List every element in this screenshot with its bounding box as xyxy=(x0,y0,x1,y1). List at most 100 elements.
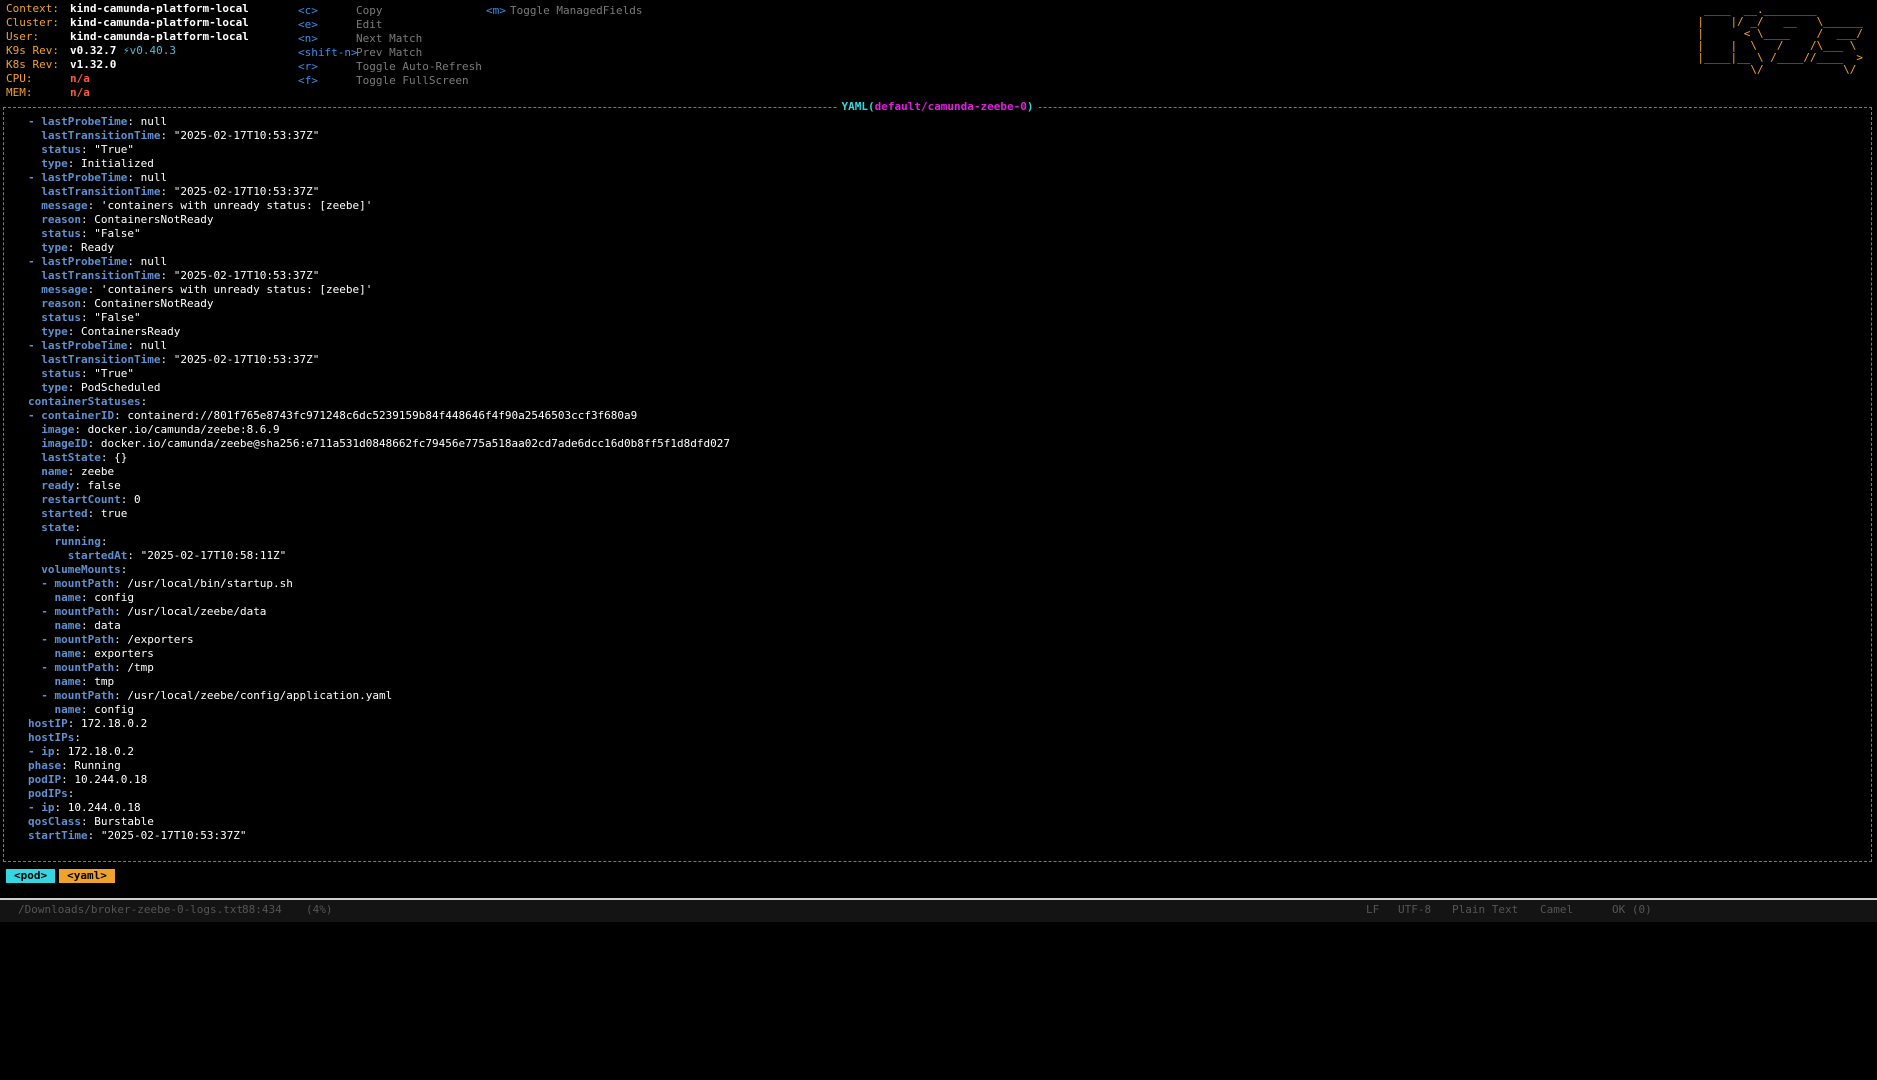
yaml-key: ip xyxy=(41,745,55,758)
yaml-key: status xyxy=(41,311,81,324)
cluster-info-value: n/a xyxy=(70,86,90,99)
k9s-logo-icon: ____ __.________ | |/ _/ __ \______ | < … xyxy=(1697,3,1863,76)
yaml-value: "2025-02-17T10:53:37Z" xyxy=(173,129,320,142)
status-branch[interactable]: Camel xyxy=(1540,900,1573,920)
list-dash: - xyxy=(28,115,42,128)
yaml-line: - lastProbeTime: null xyxy=(28,115,168,128)
yaml-line: - lastProbeTime: null xyxy=(28,255,168,268)
yaml-key: status xyxy=(41,143,81,156)
yaml-key: type xyxy=(41,325,68,338)
yaml-line: message: 'containers with unready status… xyxy=(41,283,373,296)
yaml-line: startTime: "2025-02-17T10:53:37Z" xyxy=(28,829,247,842)
status-problems[interactable]: OK (0) xyxy=(1612,900,1652,920)
shortcut-key: <n> xyxy=(298,32,318,45)
cluster-info-key: Cluster: xyxy=(6,16,59,29)
status-syntax[interactable]: Plain Text xyxy=(1452,900,1518,920)
yaml-line: message: 'containers with unready status… xyxy=(41,199,373,212)
yaml-value: 0 xyxy=(133,493,141,506)
yaml-value: "2025-02-17T10:53:37Z" xyxy=(100,829,247,842)
yaml-line: - ip: 172.18.0.2 xyxy=(28,745,134,758)
cluster-info-row: K8s Rev: v1.32.0 xyxy=(6,58,1876,72)
yaml-value: "True" xyxy=(94,367,134,380)
yaml-line: - mountPath: /usr/local/zeebe/data xyxy=(41,605,267,618)
cluster-header: Context: kind-camunda-platform-local Clust… xyxy=(6,2,1876,100)
yaml-line: name: data xyxy=(54,619,121,632)
yaml-line: imageID: docker.io/camunda/zeebe@sha256:… xyxy=(41,437,731,450)
yaml-value: "True" xyxy=(94,143,134,156)
shortcut-menu: <c> Copy <e> Edit <n> Next Match <shift-n>Prev… xyxy=(298,4,482,88)
list-dash: - xyxy=(41,605,55,618)
cluster-info-key: MEM: xyxy=(6,86,33,99)
list-dash: - xyxy=(28,171,42,184)
yaml-line: running: xyxy=(54,535,108,548)
list-dash: - xyxy=(28,255,42,268)
yaml-line: name: zeebe xyxy=(41,465,115,478)
yaml-value: docker.io/camunda/zeebe@sha256:e711a531d… xyxy=(100,437,731,450)
yaml-line: type: Initialized xyxy=(41,157,154,170)
yaml-line: status: "False" xyxy=(41,311,141,324)
yaml-line: hostIPs: xyxy=(28,731,81,744)
status-percent: (4%) xyxy=(306,903,333,916)
yaml-value: zeebe xyxy=(81,465,115,478)
yaml-key: type xyxy=(41,157,68,170)
yaml-view-frame[interactable]: YAML(default/camunda-zeebe-0) - lastProb… xyxy=(3,100,1872,862)
yaml-value: /tmp xyxy=(127,661,154,674)
shortcut-item[interactable]: <f> Toggle FullScreen xyxy=(298,74,482,88)
crumb-yaml[interactable]: <yaml> xyxy=(59,869,115,883)
status-line-ending[interactable]: LF xyxy=(1366,900,1379,920)
yaml-line: lastTransitionTime: "2025-02-17T10:53:37… xyxy=(41,353,320,366)
shortcut-label: Toggle Auto-Refresh xyxy=(356,60,482,73)
yaml-line: reason: ContainersNotReady xyxy=(41,213,214,226)
yaml-line: image: docker.io/camunda/zeebe:8.6.9 xyxy=(41,423,280,436)
yaml-line: - mountPath: /exporters xyxy=(41,633,194,646)
yaml-value: {} xyxy=(114,451,128,464)
shortcut-key: <shift-n> xyxy=(298,46,358,59)
yaml-key: imageID xyxy=(41,437,88,450)
yaml-value: "2025-02-17T10:53:37Z" xyxy=(173,185,320,198)
yaml-value: docker.io/camunda/zeebe:8.6.9 xyxy=(87,423,280,436)
shortcut-label: Toggle FullScreen xyxy=(356,74,469,87)
shortcut-item[interactable]: <c> Copy xyxy=(298,4,482,18)
yaml-value: config xyxy=(94,703,134,716)
shortcut-item[interactable]: <shift-n>Prev Match xyxy=(298,46,482,60)
shortcut-key: <e> xyxy=(298,18,318,31)
yaml-line: type: ContainersReady xyxy=(41,325,181,338)
yaml-key: lastProbeTime xyxy=(41,339,128,352)
list-dash: - xyxy=(28,745,42,758)
yaml-value: 172.18.0.2 xyxy=(67,745,134,758)
yaml-key: lastState xyxy=(41,451,101,464)
yaml-content[interactable]: - lastProbeTime: null lastTransitionTime… xyxy=(28,115,730,843)
yaml-key: lastTransitionTime xyxy=(41,353,161,366)
yaml-line: - lastProbeTime: null xyxy=(28,339,168,352)
yaml-line: status: "True" xyxy=(41,143,134,156)
yaml-key: type xyxy=(41,381,68,394)
yaml-key: hostIP xyxy=(28,717,68,730)
crumb-pod[interactable]: <pod> xyxy=(6,869,56,883)
shortcut-key: <r> xyxy=(298,60,318,73)
list-dash: - xyxy=(41,633,55,646)
shortcut-label: Prev Match xyxy=(356,46,423,59)
yaml-key: restartCount xyxy=(41,493,121,506)
status-cursor-position[interactable]: 88:434 xyxy=(242,900,282,920)
yaml-key: lastProbeTime xyxy=(41,171,128,184)
shortcut-item[interactable]: <e> Edit xyxy=(298,18,482,32)
yaml-line: - lastProbeTime: null xyxy=(28,171,168,184)
shortcut-item[interactable]: <n> Next Match xyxy=(298,32,482,46)
yaml-value: 10.244.0.18 xyxy=(67,801,141,814)
yaml-value: 'containers with unready status: [zeebe]… xyxy=(100,283,373,296)
cluster-info-row: Context: kind-camunda-platform-local xyxy=(6,2,1876,16)
yaml-key: lastProbeTime xyxy=(41,115,128,128)
cluster-info-value: v1.32.0 xyxy=(70,58,117,71)
yaml-value: containerd://801f765e8743fc971248c6dc523… xyxy=(127,409,638,422)
yaml-line: type: Ready xyxy=(41,241,115,254)
shortcut-item[interactable]: <m> Toggle ManagedFields xyxy=(486,4,642,18)
status-file-path[interactable]: /Downloads/broker-zeebe-0-logs.txt xyxy=(18,900,243,920)
yaml-line: name: config xyxy=(54,591,135,604)
shortcut-label: Toggle ManagedFields xyxy=(510,4,643,17)
status-encoding[interactable]: UTF-8 xyxy=(1398,900,1431,920)
cluster-info-row: Cluster: kind-camunda-platform-local xyxy=(6,16,1876,30)
shortcut-item[interactable]: <r> Toggle Auto-Refresh xyxy=(298,60,482,74)
yaml-key: mountPath xyxy=(54,605,115,618)
yaml-value: /usr/local/zeebe/config/application.yaml xyxy=(127,689,393,702)
yaml-key: name xyxy=(54,703,82,716)
